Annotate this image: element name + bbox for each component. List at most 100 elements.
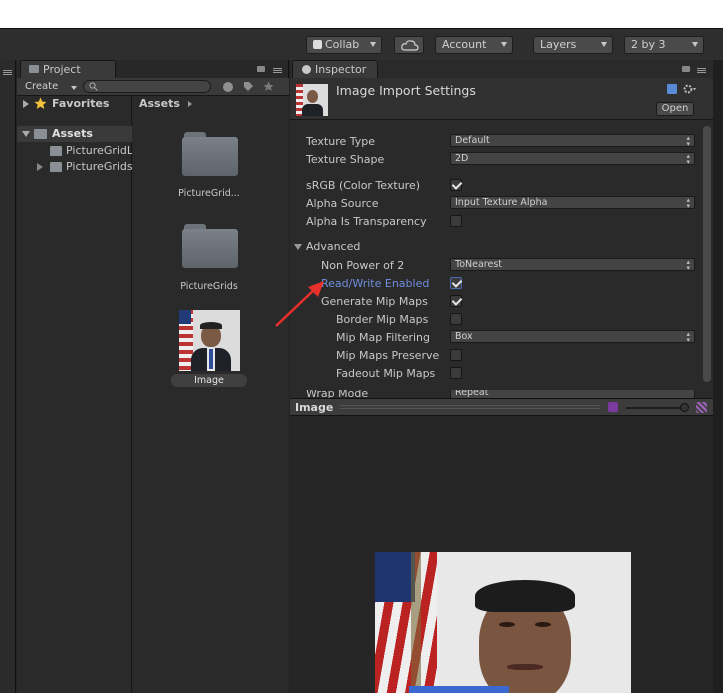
tab-project[interactable]: Project xyxy=(20,60,116,78)
panel-menu-icon[interactable] xyxy=(697,68,706,69)
filter-type-icon[interactable] xyxy=(223,82,233,92)
asset-image[interactable]: Image xyxy=(169,310,249,390)
folder-icon xyxy=(34,129,47,139)
advanced-foldout[interactable]: Advanced xyxy=(294,240,414,254)
preview-bar[interactable]: Image xyxy=(290,398,713,416)
folder-icon xyxy=(182,224,238,268)
fadeout-checkbox[interactable] xyxy=(450,367,462,379)
tree-item[interactable]: PictureGrids xyxy=(17,159,132,175)
layers-dropdown[interactable]: Layers xyxy=(533,36,613,54)
tab-inspector-label: Inspector xyxy=(315,63,367,76)
asset-label-selected: Image xyxy=(171,374,247,387)
read-write-label: Read/Write Enabled xyxy=(321,277,430,290)
alpha-source-label: Alpha Source xyxy=(306,197,379,210)
search-input[interactable] xyxy=(83,80,211,93)
wrap-mode-row-clip: Wrap Mode Repeat xyxy=(290,390,701,398)
srgb-checkbox[interactable] xyxy=(450,179,462,191)
breadcrumb[interactable]: Assets xyxy=(139,97,192,110)
texture-type-value: Default xyxy=(455,135,490,146)
search-icon xyxy=(89,82,98,91)
account-dropdown[interactable]: Account xyxy=(435,36,513,54)
asset-grid: Assets PictureGrid... PictureGrids Image xyxy=(133,96,289,693)
rgb-channel-icon[interactable] xyxy=(608,402,618,412)
preview-title: Image xyxy=(295,401,334,414)
left-collapsed-panel xyxy=(0,60,16,693)
npot-label: Non Power of 2 xyxy=(321,259,405,272)
wrap-mode-label: Wrap Mode xyxy=(306,390,369,398)
alpha-transparency-checkbox[interactable] xyxy=(450,215,462,227)
chevron-down-icon xyxy=(601,42,607,47)
info-icon xyxy=(302,65,311,74)
menu-icon[interactable] xyxy=(3,70,12,71)
generate-mipmaps-checkbox[interactable] xyxy=(450,295,462,307)
updown-icon: ▴ ▾ xyxy=(686,134,690,148)
asset-folder[interactable]: PictureGrids xyxy=(169,224,249,296)
star-icon[interactable] xyxy=(263,81,274,92)
gear-icon[interactable] xyxy=(683,83,697,95)
alpha-channel-icon[interactable] xyxy=(696,402,707,413)
annotation-arrow-icon xyxy=(275,281,324,327)
image-preview xyxy=(290,416,713,693)
portrait-thumbnail xyxy=(179,310,240,371)
folder-icon xyxy=(50,162,62,172)
mip-filter-label: Mip Map Filtering xyxy=(336,331,430,344)
mip-preserve-checkbox[interactable] xyxy=(450,349,462,361)
fadeout-label: Fadeout Mip Maps xyxy=(336,367,436,380)
collab-button[interactable]: Collab xyxy=(306,36,382,54)
help-icon[interactable] xyxy=(667,84,677,94)
collapse-arrow-icon xyxy=(22,131,30,137)
assets-label: Assets xyxy=(52,127,93,140)
chevron-down-icon xyxy=(692,42,698,47)
breadcrumb-arrow-icon xyxy=(187,101,192,107)
texture-type-dropdown[interactable]: Default ▴ ▾ xyxy=(450,134,695,148)
lock-icon[interactable] xyxy=(682,66,690,72)
wrap-mode-dropdown[interactable]: Repeat xyxy=(450,390,695,398)
foldout-arrow-icon xyxy=(294,244,302,250)
project-toolbar: Create xyxy=(17,78,289,96)
layout-label: 2 by 3 xyxy=(631,38,666,51)
open-button[interactable]: Open xyxy=(656,102,694,116)
tree-item[interactable]: PictureGridL xyxy=(17,143,132,159)
texture-shape-dropdown[interactable]: 2D ▴ ▾ xyxy=(450,152,695,166)
check-icon xyxy=(313,40,322,49)
assets-item[interactable]: Assets xyxy=(17,126,132,142)
read-write-checkbox[interactable] xyxy=(450,277,462,289)
updown-icon: ▴ ▾ xyxy=(686,152,690,166)
panel-menu-icon[interactable] xyxy=(273,68,282,69)
npot-value: ToNearest xyxy=(455,259,502,270)
alpha-source-value: Input Texture Alpha xyxy=(455,197,548,208)
cloud-button[interactable] xyxy=(394,36,424,54)
updown-icon: ▴ ▾ xyxy=(686,196,690,210)
tab-inspector[interactable]: Inspector xyxy=(292,60,378,78)
alpha-transparency-label: Alpha Is Transparency xyxy=(306,215,427,228)
expand-arrow-icon xyxy=(37,163,43,171)
lock-icon[interactable] xyxy=(257,66,265,72)
label-tag-icon[interactable] xyxy=(243,81,254,92)
window-top-strip xyxy=(0,0,723,28)
favorites-label: Favorites xyxy=(52,97,110,110)
npot-dropdown[interactable]: ToNearest ▴ ▾ xyxy=(450,258,695,272)
drag-handle[interactable] xyxy=(340,405,600,409)
scrollbar-thumb[interactable] xyxy=(703,126,711,382)
alpha-source-dropdown[interactable]: Input Texture Alpha ▴ ▾ xyxy=(450,196,695,210)
mip-filter-dropdown[interactable]: Box ▴ ▾ xyxy=(450,330,695,344)
advanced-label: Advanced xyxy=(306,240,361,253)
mip-filter-value: Box xyxy=(455,331,473,342)
main-toolbar: Collab Account Layers 2 by 3 xyxy=(0,28,723,60)
create-dropdown[interactable]: Create xyxy=(25,80,81,94)
folder-icon xyxy=(182,132,238,176)
slider-thumb[interactable] xyxy=(680,403,689,412)
mip-level-slider[interactable] xyxy=(626,403,689,412)
favorites-item[interactable]: Favorites xyxy=(17,96,132,112)
inspector-header: Image Import Settings Open xyxy=(290,78,713,120)
updown-icon: ▴ ▾ xyxy=(686,330,690,344)
asset-label: PictureGrids xyxy=(180,281,238,292)
layout-dropdown[interactable]: 2 by 3 xyxy=(624,36,704,54)
border-mip-label: Border Mip Maps xyxy=(336,313,429,326)
asset-folder[interactable]: PictureGrid... xyxy=(169,132,249,204)
layers-label: Layers xyxy=(540,38,577,51)
border-mip-checkbox[interactable] xyxy=(450,313,462,325)
texture-shape-value: 2D xyxy=(455,153,469,164)
inspector-scrollbar[interactable] xyxy=(701,122,713,398)
chevron-down-icon xyxy=(71,86,77,90)
